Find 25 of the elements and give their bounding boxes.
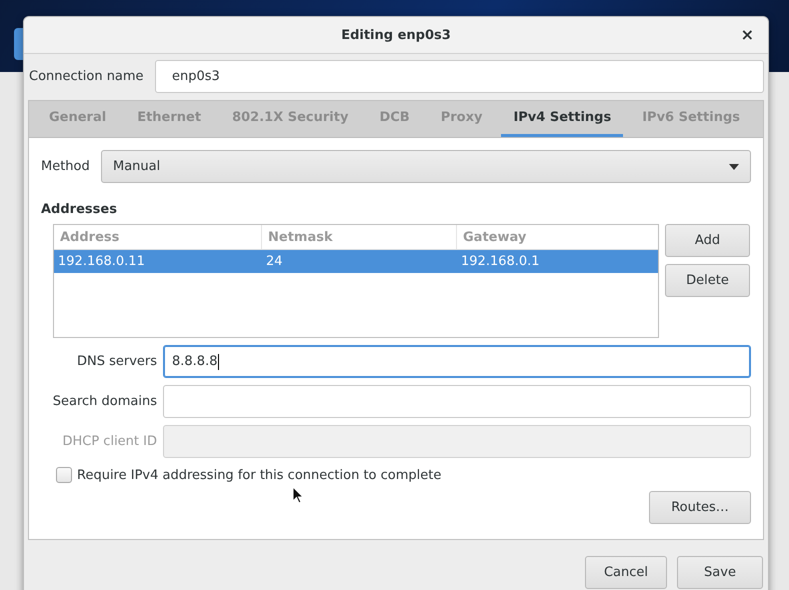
checkbox[interactable] — [56, 467, 72, 483]
method-label: Method — [41, 159, 91, 174]
settings-tab[interactable]: IPv4 Settings — [501, 101, 624, 137]
close-button[interactable]: × — [736, 25, 758, 44]
table-cell-text: 192.168.0.11 — [57, 253, 146, 271]
dialog-button[interactable]: Save — [677, 556, 763, 589]
routes-button[interactable]: Routes… — [649, 491, 751, 524]
dialog-button[interactable]: Cancel — [585, 556, 667, 589]
input-field[interactable]: 8.8.8.8 — [163, 345, 751, 378]
address-button[interactable]: Add — [665, 224, 750, 257]
addresses-heading: Addresses — [41, 202, 118, 218]
field-label: Search domains — [52, 394, 157, 409]
checkbox-label[interactable]: Require IPv4 addressing for this connection to complete — [77, 468, 442, 482]
table-cell-text: 24 — [265, 253, 284, 271]
method-dropdown[interactable]: Manual — [101, 150, 751, 183]
input-field[interactable] — [163, 385, 751, 418]
connection-name-label: Connection name — [28, 68, 145, 84]
caret-icon — [729, 164, 739, 170]
field-label: DNS servers — [76, 354, 157, 369]
field-label: DHCP client ID — [61, 434, 157, 449]
mouse-pointer-icon — [292, 486, 304, 504]
connection-name-field[interactable]: enp0s3 — [155, 60, 764, 92]
window-title: Editing enp0s3 — [341, 28, 451, 42]
address-button[interactable]: Delete — [665, 264, 750, 297]
table-cell-text: 192.168.0.1 — [460, 253, 541, 271]
